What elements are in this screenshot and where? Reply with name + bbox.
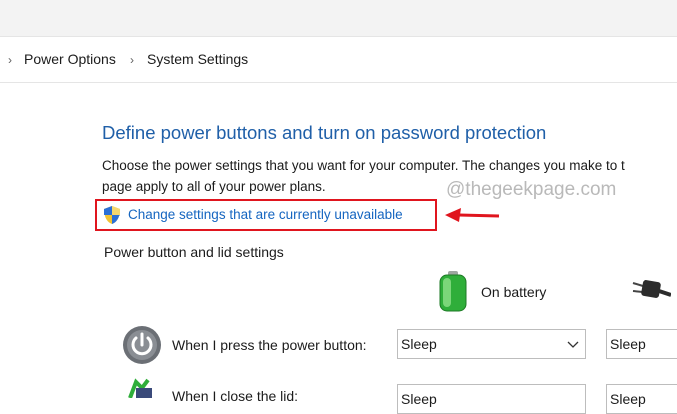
- window-top-bar: [0, 0, 677, 37]
- description-line-1: Choose the power settings that you want …: [102, 158, 625, 173]
- close-lid-on-battery-select[interactable]: Sleep: [397, 384, 586, 414]
- plug-icon: [632, 280, 671, 298]
- breadcrumb-power-options[interactable]: Power Options: [24, 51, 116, 67]
- battery-icon: [439, 271, 467, 312]
- change-settings-link-highlight[interactable]: Change settings that are currently unava…: [95, 199, 437, 231]
- select-value: Sleep: [610, 336, 646, 352]
- breadcrumb-chevron-icon[interactable]: ›: [130, 53, 134, 67]
- power-button-plugged-in-select[interactable]: Sleep: [606, 329, 677, 359]
- section-title: Power button and lid settings: [104, 244, 284, 260]
- select-value: Sleep: [401, 391, 437, 407]
- chevron-down-icon: [567, 341, 579, 348]
- watermark: @thegeekpage.com: [446, 179, 617, 200]
- change-settings-link[interactable]: Change settings that are currently unava…: [128, 207, 403, 222]
- power-button-on-battery-select[interactable]: Sleep: [397, 329, 586, 359]
- address-bar: › Power Options › System Settings: [0, 38, 677, 83]
- uac-shield-icon: [104, 206, 120, 224]
- power-button-icon: [123, 326, 161, 364]
- select-value: Sleep: [401, 336, 437, 352]
- page-heading: Define power buttons and turn on passwor…: [102, 122, 547, 143]
- close-lid-plugged-in-select[interactable]: Sleep: [606, 384, 677, 414]
- column-on-battery: On battery: [481, 284, 547, 300]
- breadcrumb-system-settings[interactable]: System Settings: [147, 51, 248, 67]
- row-label-close-lid: When I close the lid:: [172, 388, 299, 404]
- select-value: Sleep: [610, 391, 646, 407]
- laptop-lid-icon: [128, 378, 152, 398]
- row-label-power-button: When I press the power button:: [172, 337, 367, 353]
- breadcrumb-chevron-icon[interactable]: ›: [8, 53, 12, 67]
- red-arrow-annotation: [445, 208, 500, 222]
